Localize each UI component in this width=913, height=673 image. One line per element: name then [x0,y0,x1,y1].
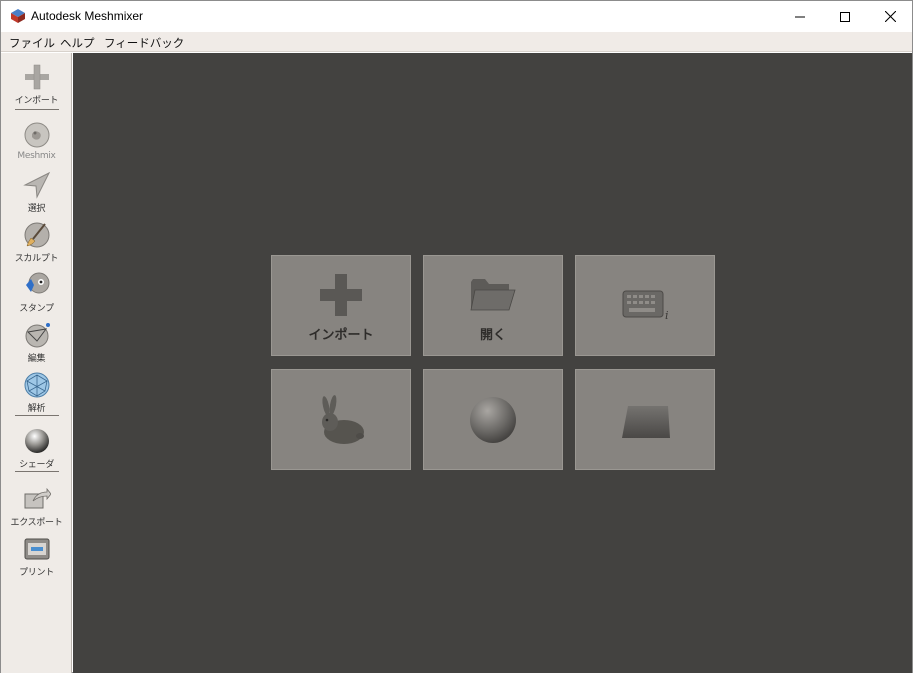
left-toolbar: インポート Meshmix 選択 スカルプト スタンプ 編集 解析 シェーダ エ… [1,53,72,673]
title-bar[interactable]: Autodesk Meshmixer [1,1,912,32]
tool-label: 解析 [27,404,46,414]
close-button[interactable] [867,1,913,32]
analysis-icon [24,372,50,398]
tile-sphere[interactable] [423,369,563,470]
tool-label: 選択 [27,204,46,214]
export-icon [24,487,51,509]
shader-icon [25,429,49,453]
tool-label: スタンプ [19,304,54,314]
bunny-icon [322,395,364,444]
tool-stamp[interactable]: スタンプ [1,267,72,315]
tool-shader[interactable]: シェーダ [1,423,72,471]
viewport-canvas[interactable]: インポート 開く i [73,53,912,673]
plus-icon [25,64,49,90]
edit-icon [25,323,50,348]
tile-plane[interactable] [575,369,715,470]
tile-label: 開く [479,328,506,343]
svg-text:i: i [665,309,669,322]
tool-label: プリント [19,568,54,578]
meshmix-icon [24,122,50,148]
maximize-button[interactable] [822,1,868,32]
tile-import[interactable]: インポート [271,255,411,356]
toolbar-divider [15,109,59,110]
plane-icon [622,406,670,438]
tool-sculpt[interactable]: スカルプト [1,217,72,265]
tool-label: Meshmix [17,151,56,161]
tool-analysis[interactable]: 解析 [1,367,72,415]
keyboard-shortcuts-icon: i [622,290,669,322]
minimize-button[interactable] [777,1,823,32]
tool-label: シェーダ [19,460,54,470]
tile-keyboard-shortcuts[interactable]: i [575,255,715,356]
sculpt-brush-icon [24,222,50,248]
maximize-icon [840,11,850,22]
tile-label: インポート [308,328,374,343]
app-window: Autodesk Meshmixer ファイル ヘルプ フィードバック インポー… [0,0,913,673]
close-icon [884,11,896,22]
menu-feedback[interactable]: フィードバック [104,35,184,51]
print-icon [24,538,50,560]
select-arrow-icon [23,171,51,199]
tool-select[interactable]: 選択 [1,167,72,215]
tool-edit[interactable]: 編集 [1,317,72,365]
tool-label: エクスポート [10,518,63,528]
tool-label: インポート [14,96,59,106]
tile-open[interactable]: 開く [423,255,563,356]
minimize-icon [795,16,805,17]
tile-bunny[interactable] [271,369,411,470]
menu-file[interactable]: ファイル [9,35,55,51]
menu-bar: ファイル ヘルプ フィードバック [1,32,912,52]
tool-print[interactable]: プリント [1,531,72,579]
meshmixer-logo-icon [11,9,25,23]
menu-help[interactable]: ヘルプ [60,35,95,51]
tool-label: 編集 [27,354,46,364]
window-title: Autodesk Meshmixer [31,9,144,23]
tool-export[interactable]: エクスポート [1,481,72,529]
tool-label: スカルプト [14,254,59,264]
sphere-icon [470,397,516,443]
import-plus-icon [320,274,362,316]
toolbar-divider [15,471,59,472]
tool-import[interactable]: インポート [1,59,72,107]
open-folder-icon [470,279,516,311]
toolbar-divider [15,415,59,416]
stamp-icon [26,272,50,294]
tool-meshmix[interactable]: Meshmix [1,117,72,165]
